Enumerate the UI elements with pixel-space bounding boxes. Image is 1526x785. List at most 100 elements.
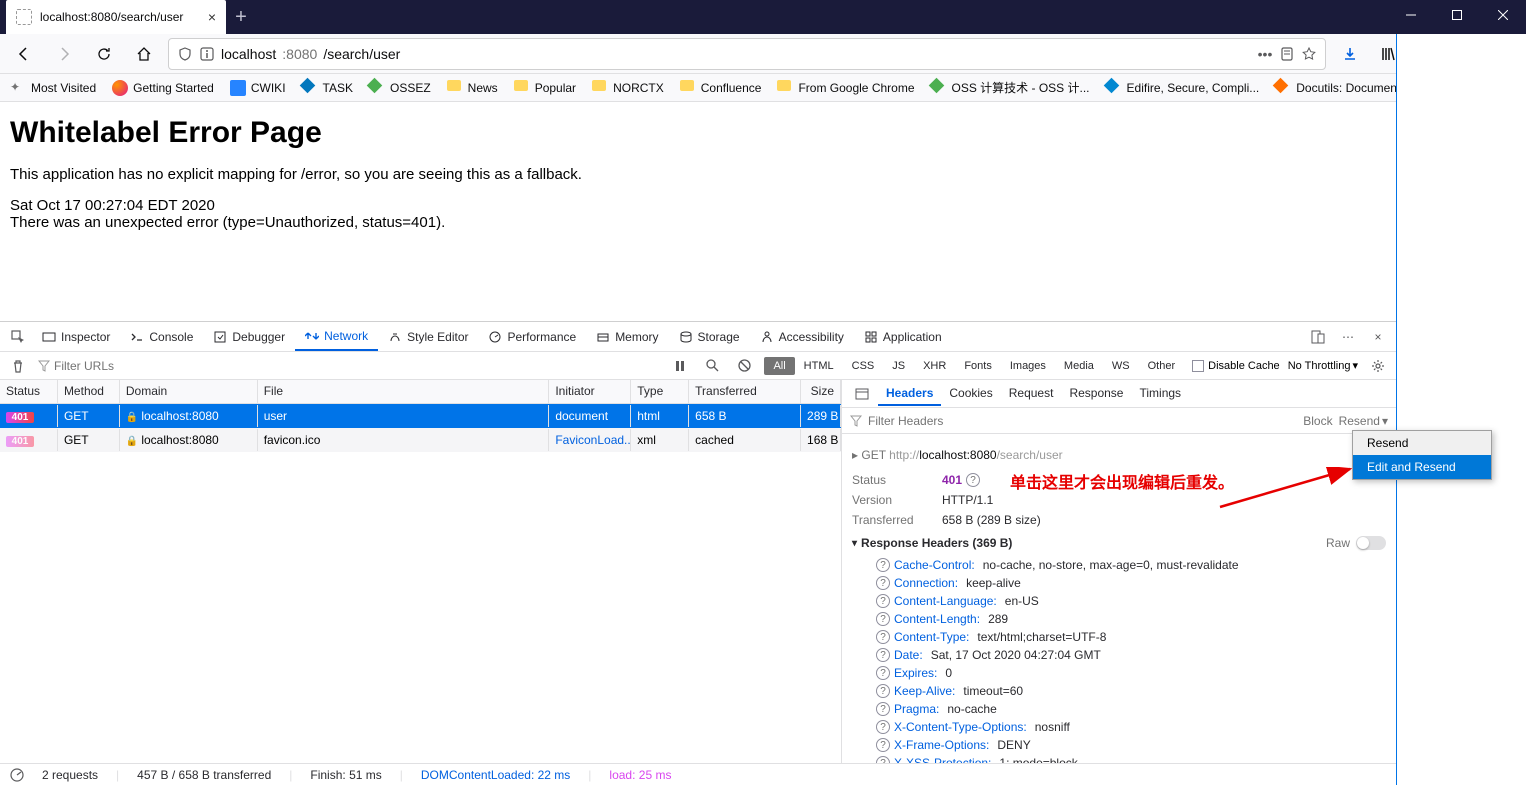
throttle-select[interactable]: No Throttling ▾ — [1288, 359, 1358, 372]
help-icon[interactable]: ? — [876, 648, 890, 662]
filter-headers-input[interactable]: Filter Headers — [868, 414, 943, 428]
devtools-tab-memory[interactable]: Memory — [586, 322, 668, 351]
help-icon[interactable]: ? — [876, 576, 890, 590]
filter-media[interactable]: Media — [1055, 357, 1103, 375]
col-transferred[interactable]: Transferred — [689, 380, 801, 403]
browser-tab[interactable]: localhost:8080/search/user × — [6, 0, 226, 34]
filter-fonts[interactable]: Fonts — [955, 357, 1001, 375]
filter-other[interactable]: Other — [1139, 357, 1185, 375]
disable-cache-checkbox[interactable]: Disable Cache — [1192, 360, 1280, 372]
help-icon[interactable]: ? — [876, 558, 890, 572]
help-icon[interactable]: ? — [876, 594, 890, 608]
bookmark-item[interactable]: OSSEZ — [369, 80, 431, 96]
help-icon[interactable]: ? — [876, 612, 890, 626]
bookmark-item[interactable]: Confluence — [680, 80, 762, 96]
downloads-button[interactable] — [1334, 38, 1366, 70]
devtools-tab-network[interactable]: Network — [295, 322, 378, 351]
help-icon[interactable]: ? — [876, 738, 890, 752]
filter-xhr[interactable]: XHR — [914, 357, 955, 375]
col-initiator[interactable]: Initiator — [549, 380, 631, 403]
window-maximize-button[interactable] — [1434, 0, 1480, 30]
pause-icon[interactable] — [668, 354, 692, 378]
bookmark-item[interactable]: OSS 计算技术 - OSS 计... — [931, 79, 1090, 96]
reader-icon[interactable] — [1279, 46, 1295, 62]
new-tab-button[interactable]: + — [226, 2, 256, 32]
help-icon[interactable]: ? — [876, 684, 890, 698]
filter-ws[interactable]: WS — [1103, 357, 1139, 375]
home-button[interactable] — [128, 38, 160, 70]
bookmark-item[interactable]: Getting Started — [112, 80, 214, 96]
response-headers-section[interactable]: ▾ Response Headers (369 B) Raw — [852, 530, 1386, 556]
filter-html[interactable]: HTML — [795, 357, 843, 375]
filter-css[interactable]: CSS — [843, 357, 884, 375]
bookmark-item[interactable]: ✦Most Visited — [10, 80, 96, 96]
window-minimize-button[interactable] — [1388, 0, 1434, 30]
filter-urls-input[interactable]: Filter URLs — [38, 359, 114, 373]
window-close-button[interactable] — [1480, 0, 1526, 30]
forward-button[interactable] — [48, 38, 80, 70]
perf-icon[interactable] — [10, 768, 24, 782]
bookmark-item[interactable]: News — [447, 80, 498, 96]
devtools-tab-application[interactable]: Application — [854, 322, 952, 351]
settings-gear-icon[interactable] — [1366, 354, 1390, 378]
help-icon[interactable]: ? — [876, 720, 890, 734]
toggle-raw-icon[interactable] — [850, 382, 874, 406]
devtools-meatball-icon[interactable]: ⋯ — [1336, 325, 1360, 349]
help-icon[interactable]: ? — [966, 473, 980, 487]
url-bar[interactable]: localhost:8080/search/user ••• — [168, 38, 1326, 70]
back-button[interactable] — [8, 38, 40, 70]
details-tab-request[interactable]: Request — [1001, 382, 1062, 406]
col-domain[interactable]: Domain — [120, 380, 258, 403]
devtools-tab-style-editor[interactable]: Style Editor — [378, 322, 478, 351]
inspect-element-icon[interactable] — [6, 325, 30, 349]
devtools-tab-accessibility[interactable]: Accessibility — [750, 322, 854, 351]
bookmark-star-icon[interactable] — [1301, 46, 1317, 62]
devtools-tab-inspector[interactable]: Inspector — [32, 322, 120, 351]
help-icon[interactable]: ? — [876, 702, 890, 716]
details-tab-timings[interactable]: Timings — [1131, 382, 1189, 406]
bookmark-item[interactable]: From Google Chrome — [777, 80, 914, 96]
tab-close-icon[interactable]: × — [208, 9, 216, 25]
filter-js[interactable]: JS — [883, 357, 914, 375]
clear-icon[interactable] — [6, 354, 30, 378]
bookmark-item[interactable]: TASK — [302, 80, 353, 96]
col-file[interactable]: File — [258, 380, 550, 403]
bookmark-item[interactable]: Popular — [514, 80, 576, 96]
bookmark-item[interactable]: CWIKI — [230, 80, 286, 96]
devtools-tab-storage[interactable]: Storage — [669, 322, 750, 351]
responsive-mode-icon[interactable] — [1306, 325, 1330, 349]
ctx-resend[interactable]: Resend — [1353, 431, 1491, 455]
raw-toggle[interactable] — [1356, 536, 1386, 550]
details-tab-response[interactable]: Response — [1061, 382, 1131, 406]
help-icon[interactable]: ? — [876, 666, 890, 680]
col-status[interactable]: Status — [0, 380, 58, 403]
devtools-close-icon[interactable]: × — [1366, 325, 1390, 349]
bookmark-item[interactable]: NORCTX — [592, 80, 664, 96]
network-row[interactable]: 401GET🔒localhost:8080favicon.icoFaviconL… — [0, 428, 841, 452]
col-type[interactable]: Type — [631, 380, 689, 403]
help-icon[interactable]: ? — [876, 630, 890, 644]
meatball-icon[interactable]: ••• — [1257, 46, 1273, 62]
site-info-icon[interactable] — [199, 46, 215, 62]
devtools-tab-console[interactable]: Console — [120, 322, 203, 351]
bookmark-item[interactable]: Edifire, Secure, Compli... — [1106, 80, 1260, 96]
col-size[interactable]: Size — [801, 380, 841, 403]
resend-dropdown[interactable]: Resend▾ — [1339, 414, 1388, 428]
reload-button[interactable] — [88, 38, 120, 70]
ctx-edit-resend[interactable]: Edit and Resend — [1353, 455, 1491, 479]
network-row[interactable]: 401GET🔒localhost:8080userdocumenthtml658… — [0, 404, 841, 428]
filter-images[interactable]: Images — [1001, 357, 1055, 375]
help-icon[interactable]: ? — [876, 756, 890, 763]
shield-icon[interactable] — [177, 46, 193, 62]
devtools-tab-debugger[interactable]: Debugger — [203, 322, 295, 351]
details-tab-headers[interactable]: Headers — [878, 382, 941, 406]
window-titlebar: localhost:8080/search/user × + — [0, 0, 1526, 34]
search-icon[interactable] — [700, 354, 724, 378]
filter-all[interactable]: All — [764, 357, 794, 375]
details-tab-cookies[interactable]: Cookies — [941, 382, 1000, 406]
block-icon[interactable] — [732, 354, 756, 378]
block-button[interactable]: Block — [1303, 414, 1332, 428]
disclosure-right-icon[interactable]: ▸ — [852, 448, 858, 462]
col-method[interactable]: Method — [58, 380, 120, 403]
devtools-tab-performance[interactable]: Performance — [478, 322, 586, 351]
